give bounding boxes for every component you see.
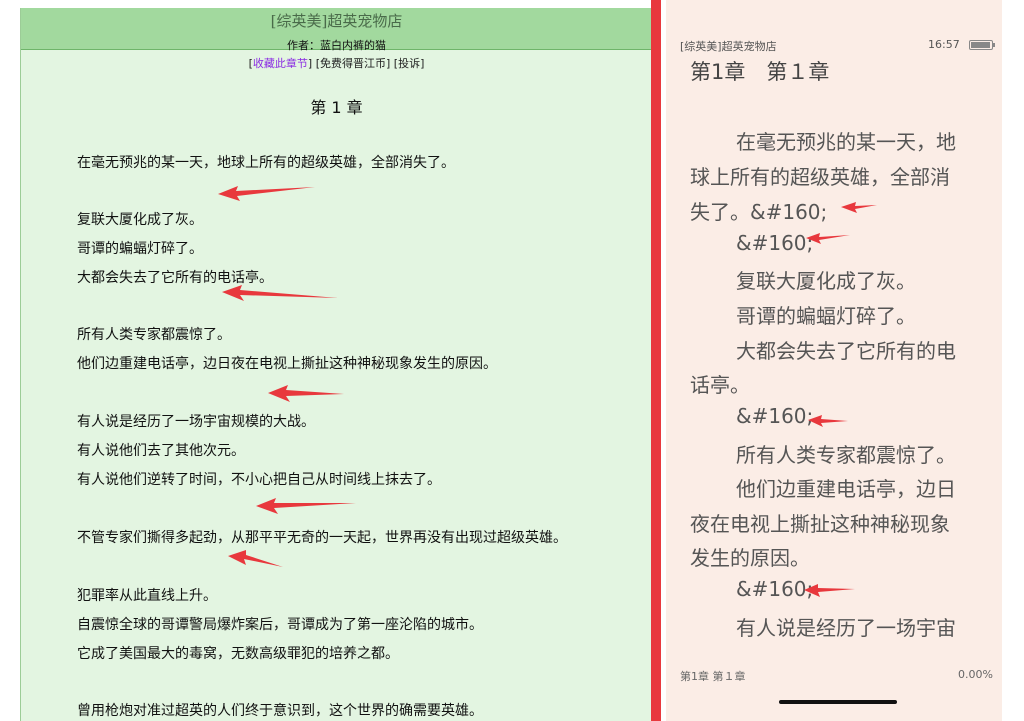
paragraph: 不管专家们撕得多起劲，从那平平无奇的一天起，世界再没有出现过超级英雄。 [77,530,567,546]
paragraph: 有人说他们逆转了时间，不小心把自己从时间线上抹去了。 [77,472,441,488]
home-indicator[interactable] [779,700,897,704]
text-line: 话亭。 [690,373,750,397]
paragraph: 在毫无预兆的某一天，地球上所有的超级英雄，全部消失了。 [77,155,455,171]
book-title[interactable]: [综英美]超英宠物店 [21,10,652,31]
text-line: &#160; [736,404,814,428]
paragraph: 曾用枪炮对准过超英的人们终于意识到，这个世界的确需要英雄。 [77,703,483,719]
jjb-report-links[interactable]: ] [免费得晋江币] [投诉] [308,57,424,70]
favorite-chapter-link[interactable]: 收藏此章节 [253,57,308,70]
web-reader-panel: [综英美]超英宠物店 作者：蓝白内裤的猫 [收藏此章节] [免费得晋江币] [投… [20,8,653,721]
paragraph: 复联大厦化成了灰。 [77,212,203,228]
paragraph: 自震惊全球的哥谭警局爆炸案后，哥谭成为了第一座沦陷的城市。 [77,617,483,633]
phone-reader-panel: [综英美]超英宠物店 16:57 第1章 第１章 在毫无预兆的某一天，地 球上所… [666,0,1002,721]
paragraph: 它成了美国最大的毒窝，无数高级罪犯的培养之都。 [77,646,399,662]
paragraph: 所有人类专家都震惊了。 [77,327,231,343]
status-time: 16:57 [928,38,960,51]
text-line: 复联大厦化成了灰。 [736,269,916,293]
text-line: &#160; [736,577,814,601]
paragraph: 有人说他们去了其他次元。 [77,443,245,459]
chapter-heading: 第 1 章 [310,98,363,117]
text-line: 球上所有的超级英雄，全部消 [690,165,950,189]
reading-progress: 0.00% [958,668,993,681]
battery-icon [969,40,995,50]
footer-chapter: 第1章 第１章 [680,670,746,683]
paragraph: 大都会失去了它所有的电话亭。 [77,270,273,286]
text-line: 所有人类专家都震惊了。 [736,443,956,467]
paragraph: 有人说是经历了一场宇宙规模的大战。 [77,414,315,430]
text-line: 有人说是经历了一场宇宙 [736,616,956,640]
text-line: 他们边重建电话亭，边日 [736,477,956,501]
paragraph: 哥谭的蝙蝠灯碎了。 [77,241,203,257]
action-links: [收藏此章节] [免费得晋江币] [投诉] [21,55,652,71]
text-line: 在毫无预兆的某一天，地 [736,130,956,154]
text-line: 失了。&#160; [690,200,828,224]
text-line: 发生的原因。 [690,546,810,570]
text-line: 夜在电视上撕扯这种神秘现象 [690,512,950,536]
paragraph: 他们边重建电话亭，边日夜在电视上撕扯这种神秘现象发生的原因。 [77,356,497,372]
author-line[interactable]: 作者：蓝白内裤的猫 [21,37,652,53]
page-header: [综英美]超英宠物店 作者：蓝白内裤的猫 [21,8,652,53]
chapter-title: 第1章 第１章 [690,60,830,84]
panel-divider [651,0,661,721]
status-book-title: [综英美]超英宠物店 [680,40,777,53]
paragraph: 犯罪率从此直线上升。 [77,588,217,604]
text-line: 哥谭的蝙蝠灯碎了。 [736,304,916,328]
text-line: 大都会失去了它所有的电 [736,339,956,363]
text-line: &#160; [736,231,814,255]
